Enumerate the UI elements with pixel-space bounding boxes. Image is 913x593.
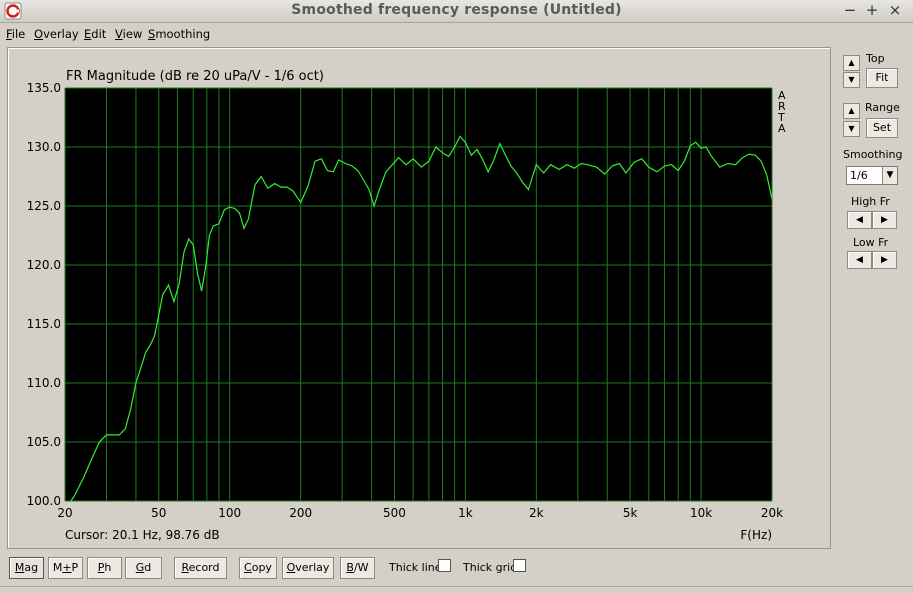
range-up-button[interactable]: ▲ bbox=[843, 103, 860, 119]
x-tick-label: 100 bbox=[218, 506, 241, 520]
mag-phase-mnemonic: + bbox=[62, 561, 72, 574]
y-tick-label: 125.0 bbox=[27, 199, 61, 213]
copy-button[interactable]: Copy bbox=[239, 557, 277, 579]
top-down-button[interactable]: ▼ bbox=[843, 72, 860, 88]
bw-button[interactable]: B/W bbox=[340, 557, 375, 579]
x-tick-label: 50 bbox=[151, 506, 166, 520]
overlay-button[interactable]: Overlay bbox=[282, 557, 334, 579]
x-tick-label: 200 bbox=[289, 506, 312, 520]
y-tick-label: 105.0 bbox=[27, 435, 61, 449]
set-button[interactable]: Set bbox=[866, 118, 898, 138]
frequency-response-chart[interactable]: FR Magnitude (dB re 20 uPa/V - 1/6 oct) … bbox=[8, 48, 828, 546]
mag-phase-pre: M bbox=[52, 561, 63, 574]
menu-overlay-mnemonic: O bbox=[34, 27, 44, 41]
fit-button[interactable]: Fit bbox=[866, 68, 898, 88]
menu-bar: File Overlay Edit View Smoothing bbox=[0, 23, 913, 43]
top-up-button[interactable]: ▲ bbox=[843, 55, 860, 71]
x-tick-label: 5k bbox=[623, 506, 638, 520]
copy-rest: opy bbox=[251, 561, 272, 574]
menu-view-rest: iew bbox=[122, 27, 143, 41]
minimize-button[interactable]: − bbox=[840, 1, 860, 19]
menu-edit-rest: dit bbox=[91, 27, 107, 41]
menu-file-rest: ile bbox=[11, 27, 26, 41]
copy-mnemonic: C bbox=[244, 561, 252, 574]
menu-file[interactable]: File bbox=[6, 27, 25, 41]
thick-grid-label: Thick grid bbox=[463, 561, 518, 574]
smoothing-value: 1/6 bbox=[850, 169, 868, 182]
bw-rest: /W bbox=[353, 561, 369, 574]
chart-title: FR Magnitude (dB re 20 uPa/V - 1/6 oct) bbox=[66, 69, 324, 84]
mag-button[interactable]: Mag bbox=[9, 557, 44, 579]
thick-line-checkbox[interactable] bbox=[438, 559, 451, 572]
thick-grid-checkbox[interactable] bbox=[513, 559, 526, 572]
x-tick-label: 20 bbox=[57, 506, 72, 520]
y-tick-label: 120.0 bbox=[27, 258, 61, 272]
x-tick-label: 20k bbox=[761, 506, 783, 520]
menu-overlay-rest: verlay bbox=[43, 27, 79, 41]
y-tick-label: 135.0 bbox=[27, 81, 61, 95]
x-tick-label: 10k bbox=[690, 506, 712, 520]
menu-view-mnemonic: V bbox=[115, 27, 123, 41]
bottom-toolbar: Mag M+P Ph Gd Record Copy Overlay B/W Th… bbox=[0, 553, 913, 583]
record-button[interactable]: Record bbox=[174, 557, 227, 579]
x-axis-label: F(Hz) bbox=[740, 528, 772, 542]
record-mnemonic: R bbox=[181, 561, 189, 574]
phase-rest: h bbox=[104, 561, 112, 574]
maximize-button[interactable]: + bbox=[862, 1, 882, 19]
x-tick-label: 500 bbox=[383, 506, 406, 520]
high-fr-right-button[interactable]: ▶ bbox=[872, 211, 897, 229]
plot-frame: FR Magnitude (dB re 20 uPa/V - 1/6 oct) … bbox=[7, 47, 831, 549]
overlay-rest: verlay bbox=[295, 561, 330, 574]
range-label: Range bbox=[865, 101, 900, 114]
group-delay-mnemonic: G bbox=[135, 561, 145, 574]
high-fr-left-button[interactable]: ◀ bbox=[847, 211, 872, 229]
x-tick-labels: 20 50 100 200 500 1k 2k 5k 10k 20k bbox=[57, 506, 783, 520]
group-delay-button[interactable]: Gd bbox=[125, 557, 162, 579]
mag-phase-rest: P bbox=[71, 561, 79, 574]
menu-view[interactable]: View bbox=[115, 27, 142, 41]
menu-overlay[interactable]: Overlay bbox=[34, 27, 79, 41]
high-fr-label: High Fr bbox=[851, 195, 890, 208]
y-tick-labels: 100.0 105.0 110.0 115.0 120.0 125.0 130.0 135.0 bbox=[27, 81, 61, 508]
low-fr-label: Low Fr bbox=[853, 236, 889, 249]
x-tick-label: 1k bbox=[458, 506, 473, 520]
y-tick-label: 115.0 bbox=[27, 317, 61, 331]
top-label: Top bbox=[866, 52, 885, 65]
smoothing-label: Smoothing bbox=[843, 148, 903, 161]
watermark-letter: A bbox=[778, 122, 786, 135]
menu-edit[interactable]: Edit bbox=[84, 27, 106, 41]
thick-line-label: Thick line bbox=[389, 561, 442, 574]
x-tick-label: 2k bbox=[529, 506, 544, 520]
window-title: Smoothed frequency response (Untitled) bbox=[291, 2, 622, 18]
bw-mnemonic: B bbox=[346, 561, 354, 574]
mag-rest: ag bbox=[24, 561, 39, 574]
phase-button[interactable]: Ph bbox=[87, 557, 122, 579]
title-bar: Smoothed frequency response (Untitled) −… bbox=[0, 0, 913, 23]
chevron-down-icon[interactable]: ▼ bbox=[882, 167, 897, 184]
arta-watermark: ARTA bbox=[777, 89, 786, 135]
range-down-button[interactable]: ▼ bbox=[843, 121, 860, 137]
menu-smoothing[interactable]: Smoothing bbox=[148, 27, 210, 41]
mag-phase-button[interactable]: M+P bbox=[48, 557, 83, 579]
low-fr-right-button[interactable]: ▶ bbox=[872, 251, 897, 269]
group-delay-rest: d bbox=[144, 561, 152, 574]
record-rest: ecord bbox=[188, 561, 220, 574]
low-fr-left-button[interactable]: ◀ bbox=[847, 251, 872, 269]
mag-mnemonic: M bbox=[14, 561, 25, 574]
smoothing-select[interactable]: 1/6 ▼ bbox=[846, 166, 898, 185]
cursor-readout: Cursor: 20.1 Hz, 98.76 dB bbox=[65, 528, 220, 542]
y-tick-label: 130.0 bbox=[27, 140, 61, 154]
overlay-mnemonic: O bbox=[286, 561, 296, 574]
y-tick-label: 100.0 bbox=[27, 494, 61, 508]
close-button[interactable]: × bbox=[885, 1, 905, 19]
y-tick-label: 110.0 bbox=[27, 376, 61, 390]
menu-smoothing-rest: moothing bbox=[155, 27, 211, 41]
